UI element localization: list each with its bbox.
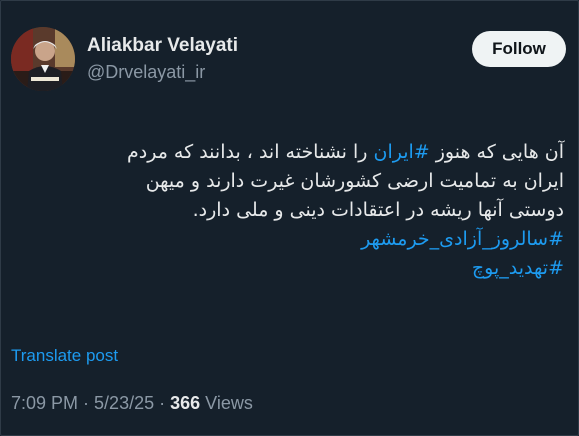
tweet-header: Aliakbar Velayati @Drvelayati_ir (11, 27, 238, 91)
tweet-text: آن هایی که هنوز #ایران را نشناخته اند ، … (9, 138, 564, 283)
tweet-line-1: آن هایی که هنوز #ایران را نشناخته اند ، … (9, 138, 564, 167)
tweet-line-3: دوستی آنها ریشه در اعتقادات دینی و ملی د… (192, 199, 564, 221)
hashtag-empty-threat[interactable]: #تهدید_پوچ (472, 257, 564, 279)
views-count: 366 (170, 393, 201, 413)
tweet-card: Aliakbar Velayati @Drvelayati_ir Follow … (0, 0, 579, 436)
author-handle[interactable]: @Drvelayati_ir (87, 60, 238, 84)
follow-button[interactable]: Follow (472, 31, 566, 67)
avatar[interactable] (11, 27, 75, 91)
meta-separator: · (154, 393, 171, 413)
tweet-hashtag-line-1: #سالروز_آزادی_خرمشهر (9, 225, 564, 254)
translate-post-link[interactable]: Translate post (11, 346, 118, 366)
tweet-line-2: ایران به تمامیت ارضی کشورشان غیرت دارند … (145, 170, 564, 192)
views-label: Views (200, 393, 253, 413)
hashtag-iran[interactable]: #ایران (373, 141, 429, 163)
tweet-line-1-pre: آن هایی که هنوز (429, 141, 564, 163)
tweet-hashtag-line-2: #تهدید_پوچ (9, 254, 564, 283)
hashtag-khorramshahr[interactable]: #سالروز_آزادی_خرمشهر (361, 228, 564, 250)
tweet-date[interactable]: 5/23/25 (94, 393, 154, 413)
tweet-line-1-post: را نشناخته اند ، بدانند که مردم (127, 141, 374, 163)
avatar-image (11, 27, 75, 91)
author-display-name[interactable]: Aliakbar Velayati (87, 34, 238, 58)
tweet-time[interactable]: 7:09 PM (11, 393, 78, 413)
author-names: Aliakbar Velayati @Drvelayati_ir (87, 34, 238, 84)
tweet-meta: 7:09 PM · 5/23/25 · 366 Views (11, 393, 253, 414)
meta-separator: · (78, 393, 95, 413)
